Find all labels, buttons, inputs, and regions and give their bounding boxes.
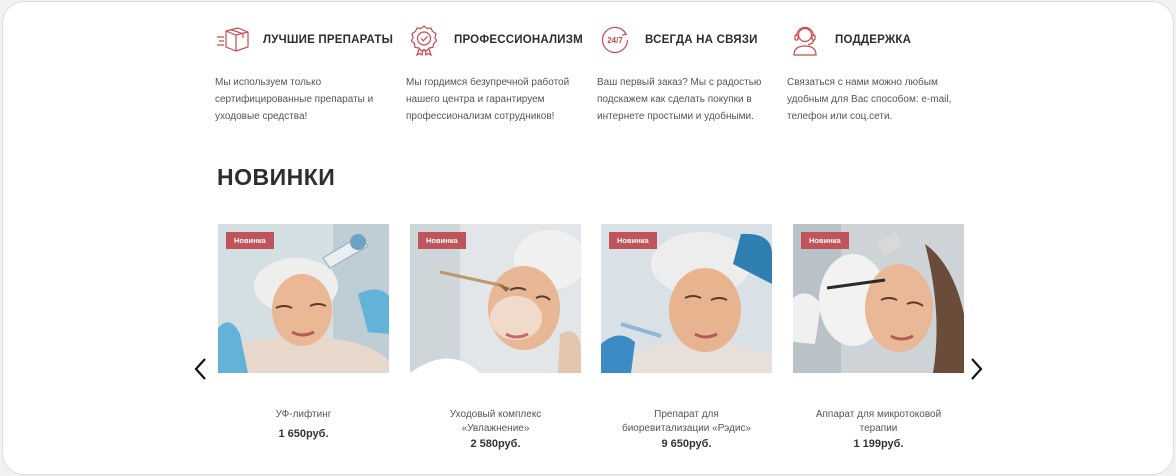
product-price: 1 650руб. [278, 428, 329, 440]
award-badge-icon [406, 22, 442, 58]
support-operator-icon [787, 22, 823, 58]
product-name[interactable]: Препарат для биоревитализации «Рэдис» [601, 408, 772, 436]
product-image[interactable]: Новинка [601, 224, 772, 373]
product-price: 9 650руб. [661, 438, 712, 450]
product-name[interactable]: УФ-лифтинг [218, 408, 389, 422]
new-badge: Новинка [418, 232, 466, 249]
product-image[interactable]: Новинка [793, 224, 964, 373]
feature-professionalism: ПРОФЕССИОНАЛИЗМ Мы гордимся безупречной … [406, 20, 583, 125]
new-badge: Новинка [801, 232, 849, 249]
product-card[interactable]: Новинка УФ-лифтинг 1 650руб. [218, 224, 389, 440]
section-title-new: НОВИНКИ [217, 164, 336, 190]
feature-text: Ваш первый заказ? Мы с радостью подскаже… [597, 77, 762, 122]
product-name[interactable]: Уходовый комплекс «Увлажнение» [410, 408, 581, 436]
product-card[interactable]: Новинка Аппарат для микротоковой терапии… [793, 224, 964, 450]
product-image[interactable]: Новинка [410, 224, 581, 373]
new-badge: Новинка [226, 232, 274, 249]
feature-text: Связаться с нами можно любым удобным для… [787, 77, 952, 122]
features-strip: ЛУЧШИЕ ПРЕПАРАТЫ Мы используем только се… [215, 20, 985, 130]
24-7-icon: 24/7 [597, 22, 633, 58]
feature-title: ПОДДЕРЖКА [835, 34, 912, 46]
feature-best-products: ЛУЧШИЕ ПРЕПАРАТЫ Мы используем только се… [215, 20, 394, 125]
feature-title: ПРОФЕССИОНАЛИЗМ [454, 34, 583, 46]
product-price: 1 199руб. [853, 438, 904, 450]
feature-text: Мы используем только сертифицированные п… [215, 77, 374, 122]
page-frame: ЛУЧШИЕ ПРЕПАРАТЫ Мы используем только се… [2, 1, 1174, 475]
feature-text: Мы гордимся безупречной работой нашего ц… [406, 77, 570, 122]
feature-always-in-touch: 24/7 ВСЕГДА НА СВЯЗИ Ваш первый заказ? М… [597, 20, 772, 125]
carousel-prev-button[interactable] [192, 357, 210, 386]
feature-title: ВСЕГДА НА СВЯЗИ [645, 34, 758, 46]
product-image[interactable]: Новинка [218, 224, 389, 373]
feature-title: ЛУЧШИЕ ПРЕПАРАТЫ [263, 34, 394, 46]
product-card[interactable]: Новинка Уходовый комплекс «Увлажнение» 2… [410, 224, 581, 450]
feature-support: ПОДДЕРЖКА Связаться с нами можно любым у… [787, 20, 962, 125]
product-name[interactable]: Аппарат для микротоковой терапии [793, 408, 964, 436]
product-price: 2 580руб. [470, 438, 521, 450]
new-badge: Новинка [609, 232, 657, 249]
chevron-left-icon [194, 357, 208, 386]
product-card[interactable]: Новинка Препарат для биоревитализации «Р… [601, 224, 772, 450]
box-icon [215, 22, 251, 58]
products-carousel: Новинка УФ-лифтинг 1 650руб. Новинка Ухо… [218, 224, 978, 464]
svg-text:24/7: 24/7 [607, 36, 623, 45]
